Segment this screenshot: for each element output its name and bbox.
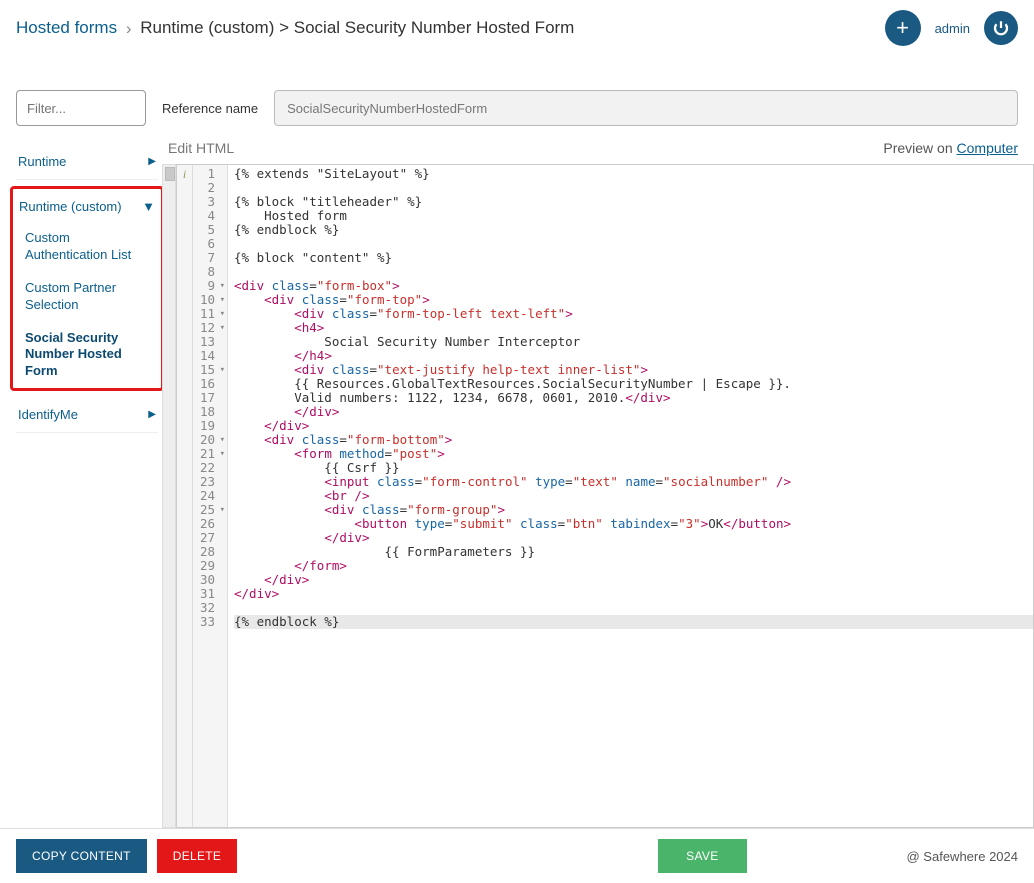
sidebar-group-runtime-custom: Runtime (custom) ▼ Custom Authentication… — [10, 186, 164, 391]
copy-content-button[interactable]: COPY CONTENT — [16, 839, 147, 873]
save-button[interactable]: SAVE — [658, 839, 746, 873]
sidebar-item-identifyme[interactable]: IdentifyMe ▶ — [16, 397, 158, 433]
code-content[interactable]: {% extends "SiteLayout" %} {% block "tit… — [228, 165, 1033, 827]
code-editor[interactable]: i 123456789▾10▾11▾12▾131415▾1617181920▾2… — [176, 164, 1034, 828]
header-actions: + admin — [885, 10, 1018, 46]
scrollbar[interactable] — [162, 164, 176, 828]
main-area: Runtime ▶ Runtime (custom) ▼ Custom Auth… — [0, 136, 1034, 828]
footer: COPY CONTENT DELETE SAVE @ Safewhere 202… — [0, 828, 1034, 883]
sidebar-item-label: Runtime (custom) — [19, 199, 122, 214]
reference-name-field[interactable] — [274, 90, 1018, 126]
copyright-text: @ Safewhere 2024 — [907, 849, 1019, 864]
info-gutter: i — [177, 165, 193, 827]
reference-name-label: Reference name — [162, 101, 258, 116]
sidebar-sub-custom-auth-list[interactable]: Custom Authentication List — [17, 222, 157, 272]
chevron-right-icon: ▶ — [148, 409, 156, 420]
chevron-down-icon: ▼ — [142, 199, 155, 214]
chevron-right-icon: › — [122, 19, 136, 38]
add-button[interactable]: + — [885, 10, 921, 46]
preview-prefix: Preview on — [883, 140, 956, 156]
line-number-gutter: 123456789▾10▾11▾12▾131415▾1617181920▾21▾… — [193, 165, 228, 827]
sidebar-item-label: Runtime — [18, 154, 66, 169]
sidebar: Runtime ▶ Runtime (custom) ▼ Custom Auth… — [16, 136, 158, 828]
sidebar-item-runtime-custom[interactable]: Runtime (custom) ▼ — [17, 189, 157, 222]
chevron-right-icon: ▶ — [148, 156, 156, 167]
page-header: Hosted forms › Runtime (custom) > Social… — [0, 0, 1034, 50]
breadcrumb: Hosted forms › Runtime (custom) > Social… — [16, 18, 574, 38]
user-link[interactable]: admin — [935, 21, 970, 36]
delete-button[interactable]: DELETE — [157, 839, 237, 873]
sidebar-item-label: IdentifyMe — [18, 407, 78, 422]
filter-input[interactable] — [16, 90, 146, 126]
breadcrumb-current: Runtime (custom) > Social Security Numbe… — [140, 18, 574, 37]
editor-title: Edit HTML — [168, 140, 234, 156]
logout-button[interactable] — [984, 11, 1018, 45]
editor-panel: Edit HTML Preview on Computer i 12345678… — [162, 136, 1034, 828]
power-icon — [992, 19, 1010, 37]
preview-device-link[interactable]: Computer — [957, 140, 1018, 156]
sidebar-sub-ssn-hosted-form[interactable]: Social Security Number Hosted Form — [17, 322, 157, 389]
preview-label: Preview on Computer — [883, 140, 1018, 156]
editor-header: Edit HTML Preview on Computer — [162, 136, 1034, 164]
breadcrumb-root[interactable]: Hosted forms — [16, 18, 117, 37]
sidebar-item-runtime[interactable]: Runtime ▶ — [16, 144, 158, 180]
meta-row: Reference name — [0, 50, 1034, 136]
plus-icon: + — [896, 15, 909, 41]
sidebar-sub-custom-partner-selection[interactable]: Custom Partner Selection — [17, 272, 157, 322]
